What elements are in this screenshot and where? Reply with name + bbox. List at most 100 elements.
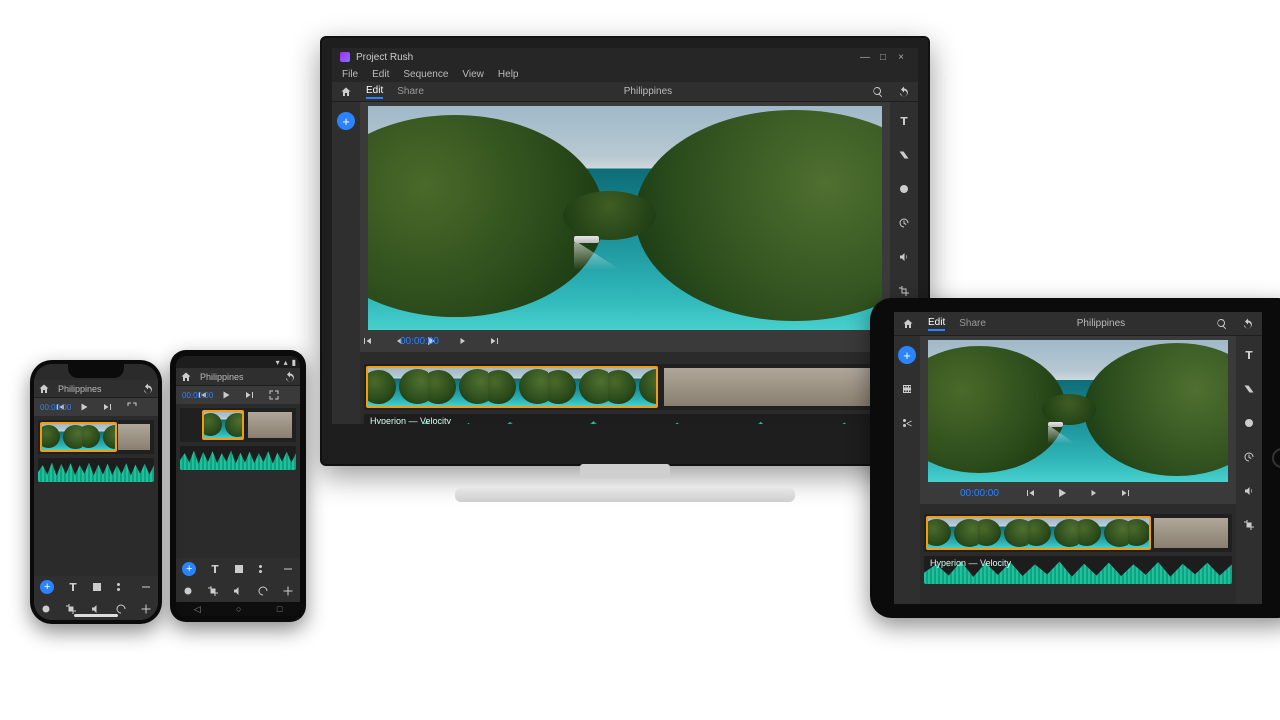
film-icon[interactable] — [233, 563, 245, 575]
audio-icon[interactable] — [895, 248, 913, 266]
tab-edit[interactable]: Edit — [928, 317, 945, 331]
color-icon[interactable] — [1240, 414, 1258, 432]
crop-icon[interactable] — [207, 585, 219, 597]
tab-share[interactable]: Share — [959, 318, 986, 329]
add-media-button[interactable]: + — [898, 346, 916, 364]
undo-icon[interactable] — [142, 383, 154, 395]
timecode: 00:00:00 — [400, 336, 439, 347]
video-preview[interactable] — [928, 340, 1228, 482]
program-monitor: 00:00:00 — [920, 336, 1236, 504]
menu-sequence[interactable]: Sequence — [403, 69, 448, 80]
play-icon[interactable] — [1055, 486, 1069, 500]
audio-track[interactable]: Hyperion — Velocity — [924, 556, 1232, 584]
audio-track[interactable]: Hyperion — Velocity — [364, 414, 886, 424]
title-icon[interactable] — [209, 563, 221, 575]
home-icon[interactable] — [180, 371, 192, 383]
fullscreen-icon[interactable] — [267, 388, 281, 402]
timeline[interactable]: Hyperion — Velocity — [360, 358, 890, 424]
skip-back-icon[interactable] — [1023, 486, 1037, 500]
split-icon[interactable] — [115, 581, 127, 593]
left-rail: + — [894, 336, 920, 604]
audio-icon[interactable] — [232, 585, 244, 597]
split-icon[interactable] — [257, 563, 269, 575]
home-icon[interactable] — [340, 86, 352, 98]
search-icon[interactable] — [872, 86, 884, 98]
step-forward-icon[interactable] — [456, 334, 470, 348]
audio-icon[interactable] — [1240, 482, 1258, 500]
expand-icon[interactable] — [282, 563, 294, 575]
speed-icon[interactable] — [1240, 448, 1258, 466]
undo-icon[interactable] — [284, 371, 296, 383]
add-media-button[interactable]: + — [40, 580, 54, 594]
iphone-device: Philippines 00:00:00 — [30, 360, 162, 624]
color-icon[interactable] — [182, 585, 194, 597]
home-icon[interactable] — [38, 383, 50, 395]
video-clip-selected[interactable] — [202, 410, 244, 440]
skip-forward-icon[interactable] — [243, 388, 257, 402]
transitions-icon[interactable] — [1240, 380, 1258, 398]
undo-icon[interactable] — [1242, 318, 1254, 330]
color-icon[interactable] — [895, 180, 913, 198]
color-icon[interactable] — [40, 603, 52, 615]
skip-forward-icon[interactable] — [1119, 486, 1133, 500]
window-maximize-button[interactable]: □ — [874, 52, 892, 63]
video-clip[interactable] — [1152, 516, 1230, 550]
video-clip-selected[interactable] — [40, 422, 117, 452]
tablet-device: Edit Share Philippines + — [870, 298, 1280, 618]
timeline[interactable]: Hyperion — Velocity — [920, 508, 1236, 604]
window-minimize-button[interactable]: — — [856, 52, 874, 63]
menu-help[interactable]: Help — [498, 69, 519, 80]
play-icon[interactable] — [219, 388, 233, 402]
video-track[interactable] — [924, 514, 1232, 552]
skip-forward-icon[interactable] — [101, 400, 115, 414]
transform-icon[interactable] — [282, 585, 294, 597]
crop-icon[interactable] — [1240, 516, 1258, 534]
video-track[interactable] — [364, 364, 886, 410]
title-icon[interactable] — [67, 581, 79, 593]
tab-edit[interactable]: Edit — [366, 85, 383, 99]
speed-icon[interactable] — [257, 585, 269, 597]
android-recents-icon[interactable]: □ — [277, 604, 282, 614]
android-phone-device: ▾ ▴ ▮ Philippines 00:00:00 — [170, 350, 306, 622]
tab-share[interactable]: Share — [397, 86, 424, 97]
android-back-icon[interactable]: ◁ — [194, 604, 201, 615]
video-clip[interactable] — [246, 410, 294, 440]
battery-icon: ▮ — [292, 358, 296, 367]
android-home-icon[interactable]: ○ — [236, 604, 241, 614]
play-icon[interactable] — [77, 400, 91, 414]
undo-icon[interactable] — [898, 86, 910, 98]
split-icon[interactable] — [898, 414, 916, 432]
home-icon[interactable] — [902, 318, 914, 330]
video-clip-selected[interactable] — [926, 516, 1151, 550]
menu-view[interactable]: View — [462, 69, 484, 80]
video-clip[interactable] — [662, 366, 884, 408]
step-forward-icon[interactable] — [1087, 486, 1101, 500]
title-icon[interactable] — [895, 112, 913, 130]
transform-icon[interactable] — [140, 603, 152, 615]
speed-icon[interactable] — [895, 214, 913, 232]
video-preview[interactable] — [368, 106, 882, 330]
audio-track[interactable] — [180, 446, 296, 470]
skip-back-icon[interactable] — [360, 334, 374, 348]
add-media-button[interactable]: + — [337, 112, 355, 130]
expand-icon[interactable] — [140, 581, 152, 593]
title-icon[interactable] — [1240, 346, 1258, 364]
menu-file[interactable]: File — [342, 69, 358, 80]
app-android: Philippines 00:00:00 — [176, 368, 300, 602]
fullscreen-icon[interactable] — [125, 400, 139, 414]
menu-edit[interactable]: Edit — [372, 69, 389, 80]
skip-forward-icon[interactable] — [488, 334, 502, 348]
video-clip-selected[interactable] — [366, 366, 658, 408]
audio-track[interactable] — [38, 458, 154, 482]
video-track[interactable] — [38, 420, 154, 454]
iphone-home-indicator[interactable] — [74, 614, 118, 617]
transitions-icon[interactable] — [895, 146, 913, 164]
film-icon[interactable] — [91, 581, 103, 593]
video-clip[interactable] — [116, 422, 152, 452]
add-media-button[interactable]: + — [182, 562, 196, 576]
window-close-button[interactable]: × — [892, 52, 910, 63]
video-track[interactable] — [180, 408, 296, 442]
film-icon[interactable] — [898, 380, 916, 398]
tablet-home-button[interactable] — [1272, 448, 1280, 468]
search-icon[interactable] — [1216, 318, 1228, 330]
